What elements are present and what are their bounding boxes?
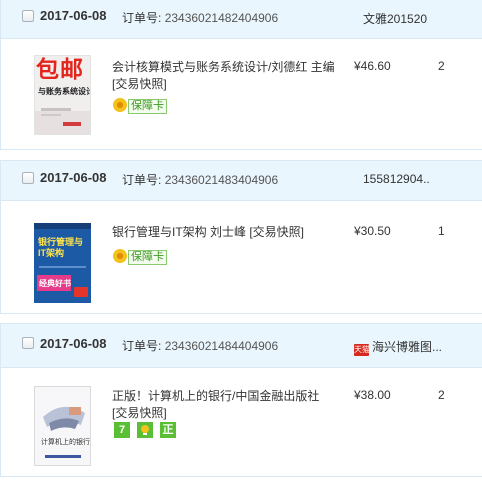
order-date: 2017-06-08 (40, 170, 107, 185)
guarantee-icon (113, 249, 127, 263)
item-title[interactable]: 银行管理与IT架构 刘士峰 [交易快照] (112, 224, 337, 241)
seven-day-return-icon[interactable]: 7 (114, 422, 130, 438)
book-cover[interactable]: 银行管理与IT架构 经典好书 (34, 223, 91, 303)
promo-text: 包邮 (36, 56, 84, 82)
order-header: 2017-06-08 订单号: 23436021482404906 文雅2015… (1, 0, 482, 39)
book-cover[interactable]: 包邮 与账务系统设计 (34, 55, 91, 135)
order-number: 订单号: 23436021483404906 (122, 171, 278, 188)
order-item: 包邮 与账务系统设计 会计核算模式与账务系统设计/刘德红 主编 [交易快照] 保… (1, 39, 482, 149)
order-number: 订单号: 23436021482404906 (122, 9, 278, 26)
order-header: 2017-06-08 订单号: 23436021484404906 天猫 海兴博雅… (1, 324, 482, 368)
cover-title: 计算机上的银行 (41, 439, 90, 446)
order-card: 2017-06-08 订单号: 23436021484404906 天猫 海兴博雅… (0, 323, 482, 477)
item-quantity: 2 (438, 59, 445, 73)
order-header: 2017-06-08 订单号: 23436021483404906 155812… (1, 161, 482, 201)
book-cover-image (35, 387, 90, 465)
guarantee-icon[interactable] (137, 422, 153, 438)
genuine-icon[interactable]: 正 (160, 422, 176, 438)
order-number-label: 订单号: (122, 339, 162, 353)
order-number-value: 23436021483404906 (164, 173, 279, 187)
guarantee-label: 保障卡 (128, 250, 167, 265)
cover-subtitle: 与账务系统设计 (38, 87, 91, 96)
guarantee-icon (113, 98, 127, 112)
tmall-shop-icon: 天猫 (354, 344, 370, 356)
book-cover[interactable]: 计算机上的银行 (34, 386, 91, 466)
order-card: 2017-06-08 订单号: 23436021483404906 155812… (0, 160, 482, 314)
order-checkbox[interactable] (22, 337, 34, 349)
item-title[interactable]: 正版！计算机上的银行/中国金融出版社 [交易快照] (112, 388, 337, 422)
order-date: 2017-06-08 (40, 8, 107, 23)
item-quantity: 1 (438, 224, 445, 238)
order-number-value: 23436021482404906 (164, 11, 279, 25)
order-number-value: 23436021484404906 (164, 339, 279, 353)
order-card: 2017-06-08 订单号: 23436021482404906 文雅2015… (0, 0, 482, 150)
order-number-label: 订单号: (122, 173, 162, 187)
order-item: 银行管理与IT架构 经典好书 银行管理与IT架构 刘士峰 [交易快照] 保障卡 … (1, 201, 482, 313)
seller-name[interactable]: 天猫 海兴博雅图... (354, 338, 442, 356)
item-price: ¥38.00 (354, 388, 391, 402)
cover-title: 银行管理与IT架构 (38, 237, 84, 258)
item-price: ¥46.60 (354, 59, 391, 73)
publisher-logo (63, 122, 81, 126)
item-title[interactable]: 会计核算模式与账务系统设计/刘德红 主编 [交易快照] (112, 59, 337, 93)
order-checkbox[interactable] (22, 172, 34, 184)
seller-name[interactable]: 文雅201520 (363, 10, 427, 27)
guarantee-label: 保障卡 (128, 99, 167, 114)
order-number-label: 订单号: (122, 11, 162, 25)
order-item: 计算机上的银行 正版！计算机上的银行/中国金融出版社 [交易快照] 7 正 ¥3… (1, 368, 482, 476)
seller-name[interactable]: 155812904.. (363, 172, 430, 186)
bell-shape (141, 425, 149, 435)
seller-name-text: 海兴博雅图... (372, 340, 443, 354)
item-quantity: 2 (438, 388, 445, 402)
book-cover-image (34, 223, 91, 303)
order-number: 订单号: 23436021484404906 (122, 337, 278, 354)
cover-tag: 经典好书 (39, 279, 71, 288)
guarantee-badge[interactable]: 保障卡 (113, 249, 167, 265)
order-date: 2017-06-08 (40, 336, 107, 351)
guarantee-badge[interactable]: 保障卡 (113, 98, 167, 114)
item-price: ¥30.50 (354, 224, 391, 238)
order-checkbox[interactable] (22, 10, 34, 22)
